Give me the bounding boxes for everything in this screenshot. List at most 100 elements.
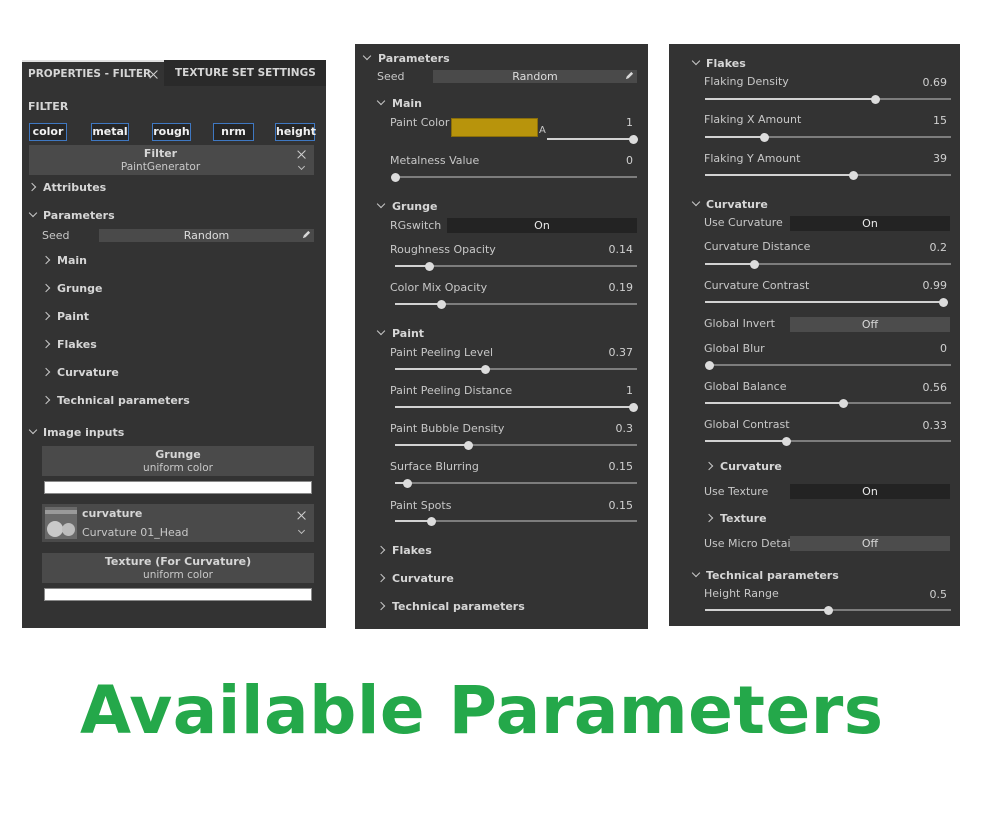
global-invert-toggle[interactable]: Off xyxy=(790,317,950,332)
curvature-distance-slider[interactable] xyxy=(705,259,951,269)
filter-selector[interactable]: Filter PaintGenerator xyxy=(29,145,314,175)
peeling-distance-value[interactable]: 1 xyxy=(575,384,633,397)
slider-handle[interactable] xyxy=(848,170,858,180)
slider-handle[interactable] xyxy=(480,364,490,374)
slider-handle[interactable] xyxy=(870,94,880,104)
channel-metal-button[interactable]: metal xyxy=(91,123,129,141)
curvature-thumbnail xyxy=(45,507,77,539)
global-blur-value[interactable]: 0 xyxy=(889,342,947,355)
clear-filter-icon[interactable] xyxy=(297,150,306,159)
slider-handle[interactable] xyxy=(823,605,833,615)
slider-fill xyxy=(705,609,828,611)
group-label: Texture xyxy=(720,512,767,525)
color-mix-opacity-slider[interactable] xyxy=(395,299,637,309)
group-label: Paint xyxy=(392,327,425,340)
pencil-icon[interactable] xyxy=(625,71,634,80)
flaking-x-slider[interactable] xyxy=(705,132,951,142)
group-label: Grunge xyxy=(392,200,438,213)
slider-handle[interactable] xyxy=(628,134,638,144)
curvature-contrast-slider[interactable] xyxy=(705,297,948,307)
slider-handle[interactable] xyxy=(749,259,759,269)
slot-title: Grunge xyxy=(155,448,201,461)
texture-color-swatch[interactable] xyxy=(44,588,312,601)
flaking-x-value[interactable]: 15 xyxy=(889,114,947,127)
filter-value: PaintGenerator xyxy=(120,161,201,173)
global-contrast-value[interactable]: 0.33 xyxy=(889,419,948,432)
paint-spots-value[interactable]: 0.15 xyxy=(575,499,634,512)
flaking-y-slider[interactable] xyxy=(705,170,951,180)
roughness-opacity-slider[interactable] xyxy=(395,261,637,271)
group-label: Technical parameters xyxy=(706,569,839,582)
slider-handle[interactable] xyxy=(759,132,769,142)
alpha-slider[interactable] xyxy=(547,134,638,144)
grunge-input-slot[interactable]: Grunge uniform color xyxy=(42,446,314,476)
seed-field[interactable]: Random xyxy=(99,229,314,242)
surface-blurring-slider[interactable] xyxy=(395,478,637,488)
flaking-y-value[interactable]: 39 xyxy=(889,152,947,165)
tab-properties-filter[interactable]: PROPERTIES - FILTER xyxy=(22,60,164,86)
flaking-density-value[interactable]: 0.69 xyxy=(889,76,948,89)
slider-handle[interactable] xyxy=(402,478,412,488)
slider-handle[interactable] xyxy=(463,440,473,450)
channel-rough-button[interactable]: rough xyxy=(152,123,191,141)
slider-handle[interactable] xyxy=(426,516,436,526)
slider-handle[interactable] xyxy=(781,436,791,446)
metalness-slider[interactable] xyxy=(390,172,637,182)
slider-handle[interactable] xyxy=(938,297,948,307)
paint-spots-slider[interactable] xyxy=(395,516,637,526)
channel-color-button[interactable]: color xyxy=(29,123,67,141)
pencil-icon[interactable] xyxy=(302,230,311,239)
slider-handle[interactable] xyxy=(838,398,848,408)
peeling-level-slider[interactable] xyxy=(395,364,637,374)
surface-blurring-value[interactable]: 0.15 xyxy=(575,460,634,473)
curvature-contrast-value[interactable]: 0.99 xyxy=(889,279,948,292)
global-contrast-label: Global Contrast xyxy=(704,418,790,431)
global-balance-value[interactable]: 0.56 xyxy=(889,381,948,394)
texture-input-slot[interactable]: Texture (For Curvature) uniform color xyxy=(42,553,314,583)
height-range-slider[interactable] xyxy=(705,605,951,615)
chevron-right-icon xyxy=(41,283,51,293)
slider-handle[interactable] xyxy=(436,299,446,309)
channel-height-button[interactable]: height xyxy=(275,123,316,141)
slider-handle[interactable] xyxy=(424,261,434,271)
color-mix-opacity-value[interactable]: 0.19 xyxy=(575,281,634,294)
paint-color-swatch[interactable] xyxy=(451,118,538,137)
rgswitch-toggle[interactable]: On xyxy=(447,218,637,233)
paint-spots-label: Paint Spots xyxy=(390,499,452,512)
alpha-value[interactable]: 1 xyxy=(575,116,633,129)
curvature-distance-value[interactable]: 0.2 xyxy=(889,241,948,254)
use-curvature-toggle[interactable]: On xyxy=(790,216,950,231)
slider-fill xyxy=(705,301,943,303)
clear-input-icon[interactable] xyxy=(297,511,306,520)
flaking-density-label: Flaking Density xyxy=(704,75,789,88)
seed-field[interactable]: Random xyxy=(433,70,637,83)
chevron-down-icon[interactable] xyxy=(297,162,306,171)
curvature-input-slot[interactable]: curvature Curvature 01_Head xyxy=(42,504,314,542)
metalness-value[interactable]: 0 xyxy=(575,154,633,167)
channel-nrm-button[interactable]: nrm xyxy=(213,123,254,141)
use-texture-toggle[interactable]: On xyxy=(790,484,950,499)
grunge-color-swatch[interactable] xyxy=(44,481,312,494)
global-blur-slider[interactable] xyxy=(704,360,951,370)
flaking-density-slider[interactable] xyxy=(705,94,951,104)
group-label: Curvature xyxy=(57,366,119,379)
bubble-density-value[interactable]: 0.3 xyxy=(575,422,634,435)
slider-fill xyxy=(547,138,633,140)
roughness-opacity-value[interactable]: 0.14 xyxy=(575,243,634,256)
peeling-distance-slider[interactable] xyxy=(395,402,638,412)
height-range-value[interactable]: 0.5 xyxy=(889,588,948,601)
global-balance-slider[interactable] xyxy=(705,398,951,408)
slider-handle[interactable] xyxy=(704,360,714,370)
tab-texture-set-settings[interactable]: TEXTURE SET SETTINGS xyxy=(175,67,316,79)
slider-handle[interactable] xyxy=(390,172,400,182)
peeling-level-value[interactable]: 0.37 xyxy=(575,346,634,359)
close-tab-icon[interactable] xyxy=(149,70,158,79)
global-balance-label: Global Balance xyxy=(704,380,787,393)
metalness-label: Metalness Value xyxy=(390,154,480,167)
chevron-down-icon[interactable] xyxy=(297,526,306,535)
slider-handle[interactable] xyxy=(628,402,638,412)
use-micro-details-toggle[interactable]: Off xyxy=(790,536,950,551)
bubble-density-slider[interactable] xyxy=(395,440,637,450)
global-contrast-slider[interactable] xyxy=(705,436,951,446)
properties-filter-panel: PROPERTIES - FILTER TEXTURE SET SETTINGS… xyxy=(22,60,326,628)
